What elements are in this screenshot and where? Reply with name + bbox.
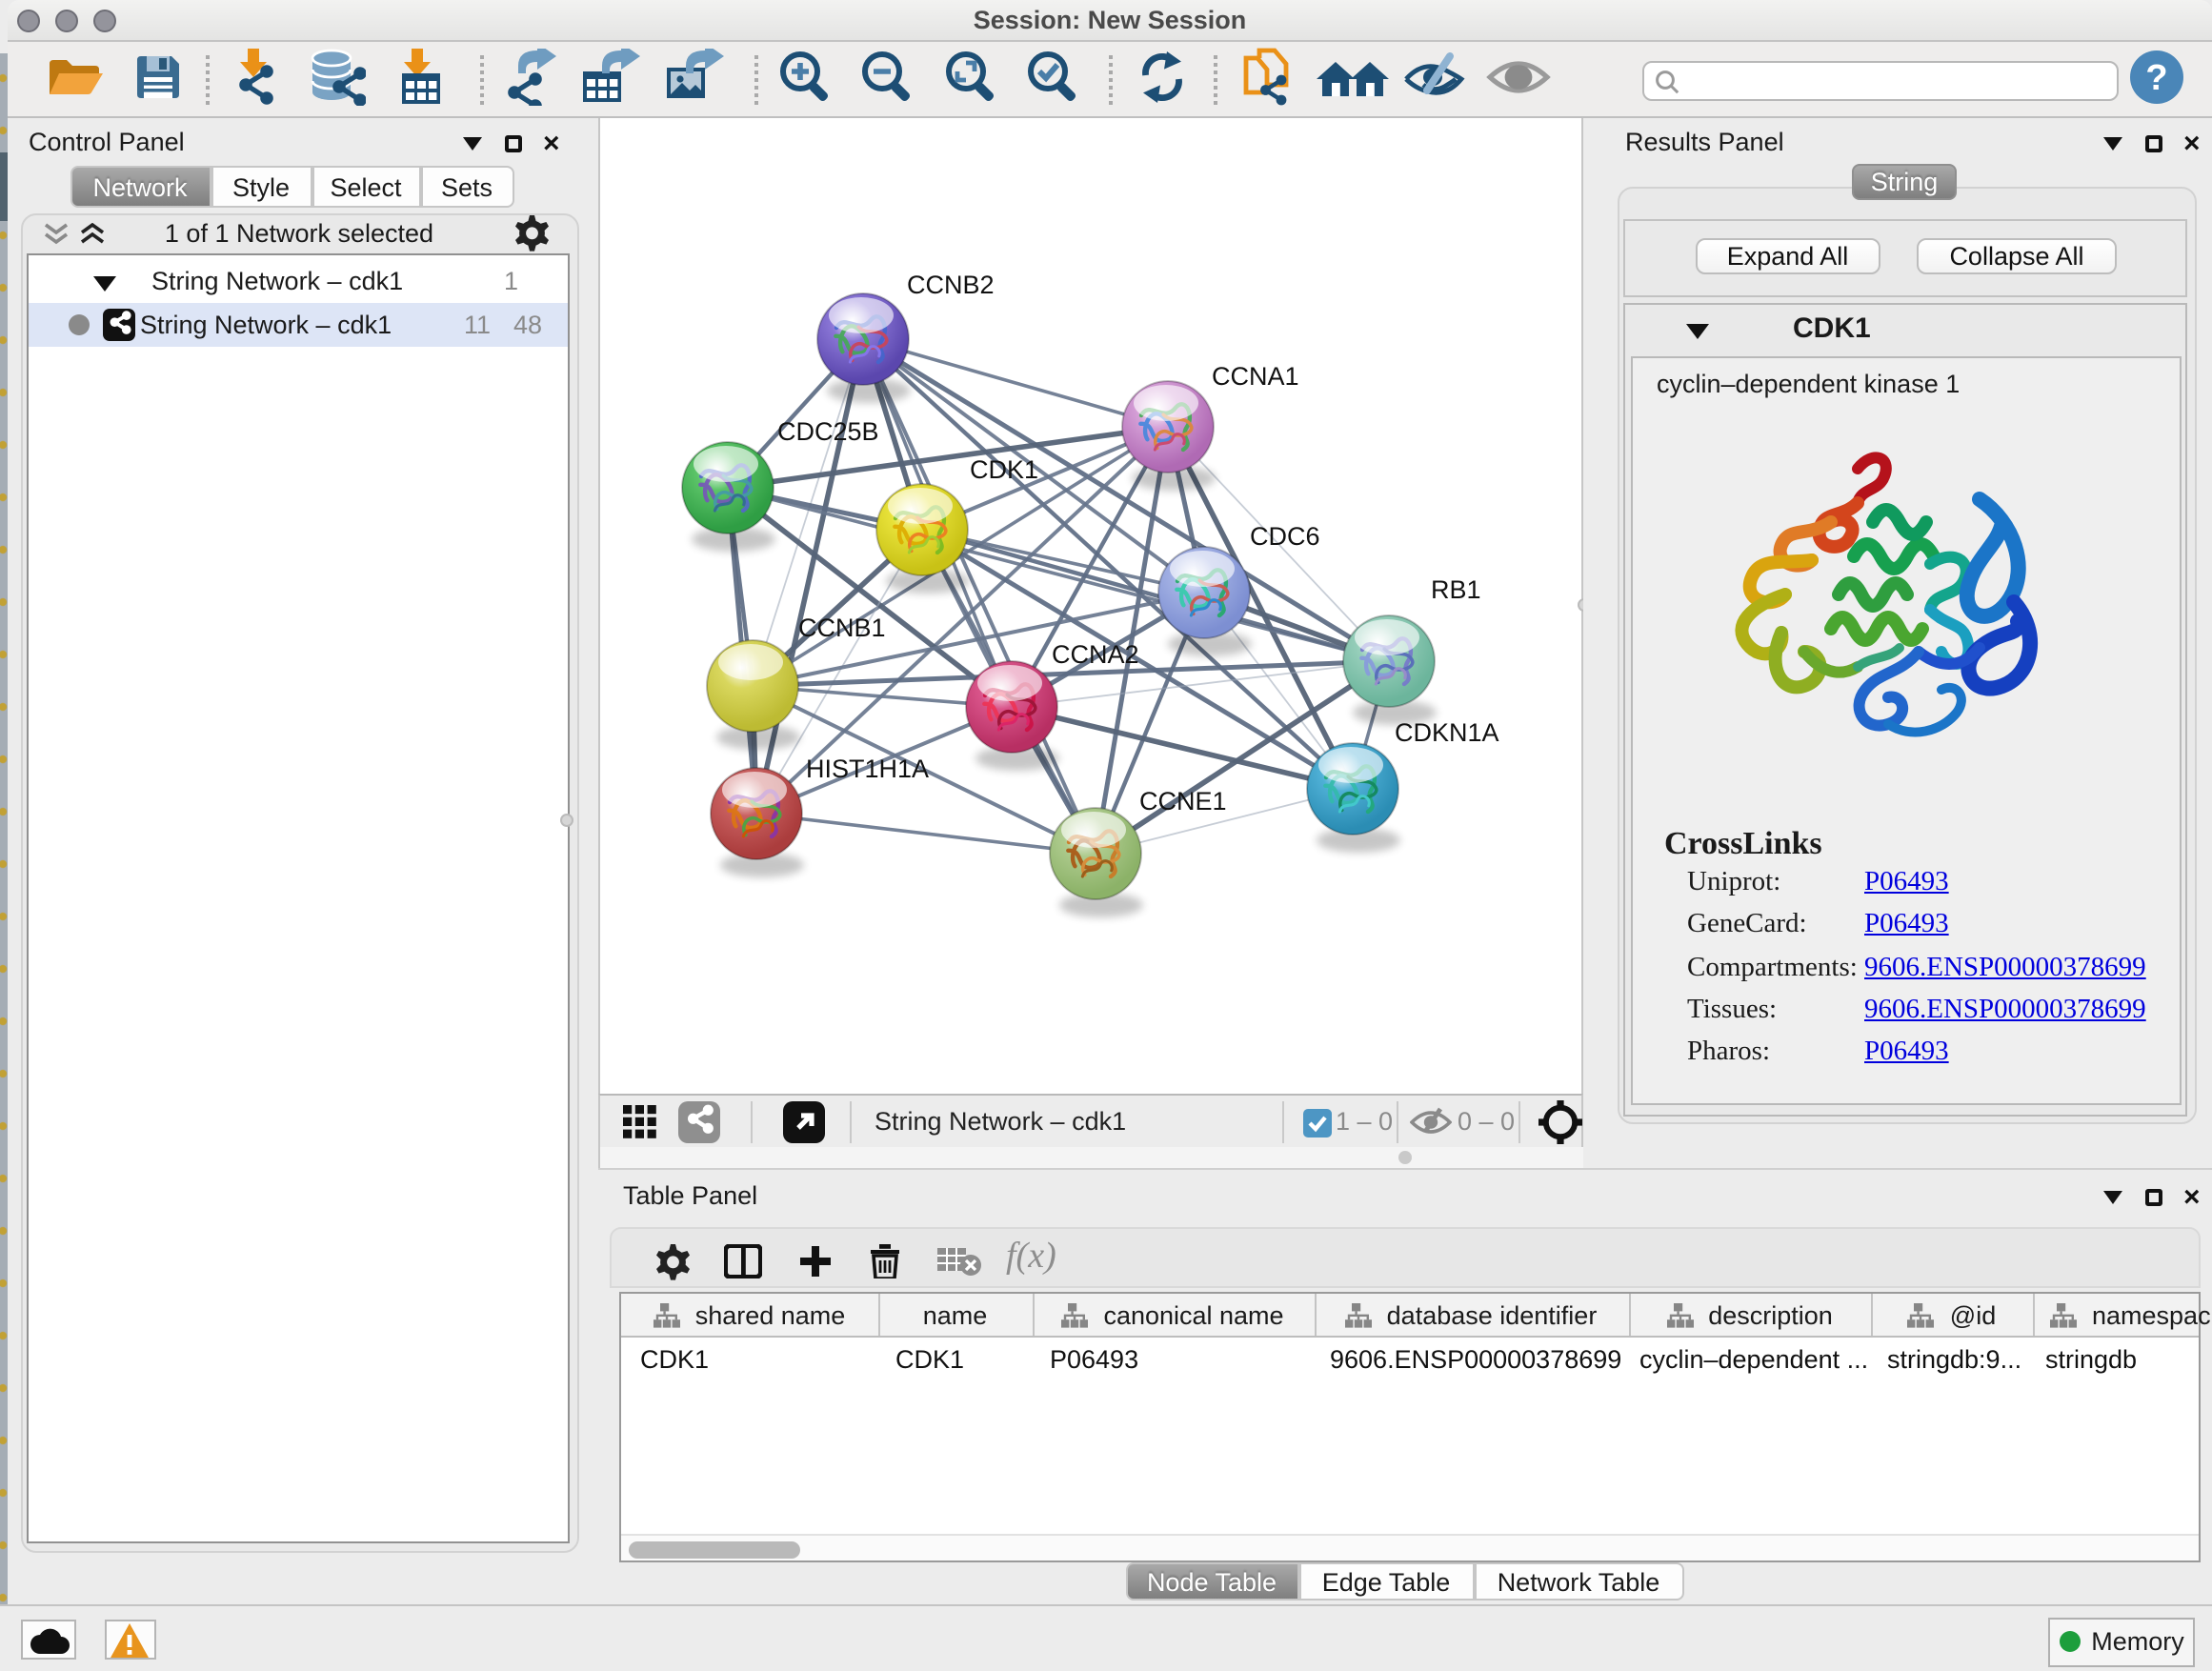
svg-text:HIST1H1A: HIST1H1A bbox=[806, 755, 929, 783]
svg-text:CCNA2: CCNA2 bbox=[1052, 640, 1139, 669]
svg-text:?: ? bbox=[2145, 57, 2167, 97]
svg-text:CDC6: CDC6 bbox=[1250, 522, 1320, 551]
svg-text:CDKN1A: CDKN1A bbox=[1395, 718, 1499, 747]
svg-text:CCNB2: CCNB2 bbox=[907, 271, 995, 299]
svg-text:CCNB1: CCNB1 bbox=[798, 614, 886, 642]
svg-text:CCNA1: CCNA1 bbox=[1212, 362, 1299, 391]
svg-text:CDC25B: CDC25B bbox=[777, 417, 879, 446]
svg-text:CDK1: CDK1 bbox=[970, 455, 1038, 484]
svg-text:CCNE1: CCNE1 bbox=[1139, 787, 1227, 815]
svg-text:RB1: RB1 bbox=[1431, 575, 1481, 604]
